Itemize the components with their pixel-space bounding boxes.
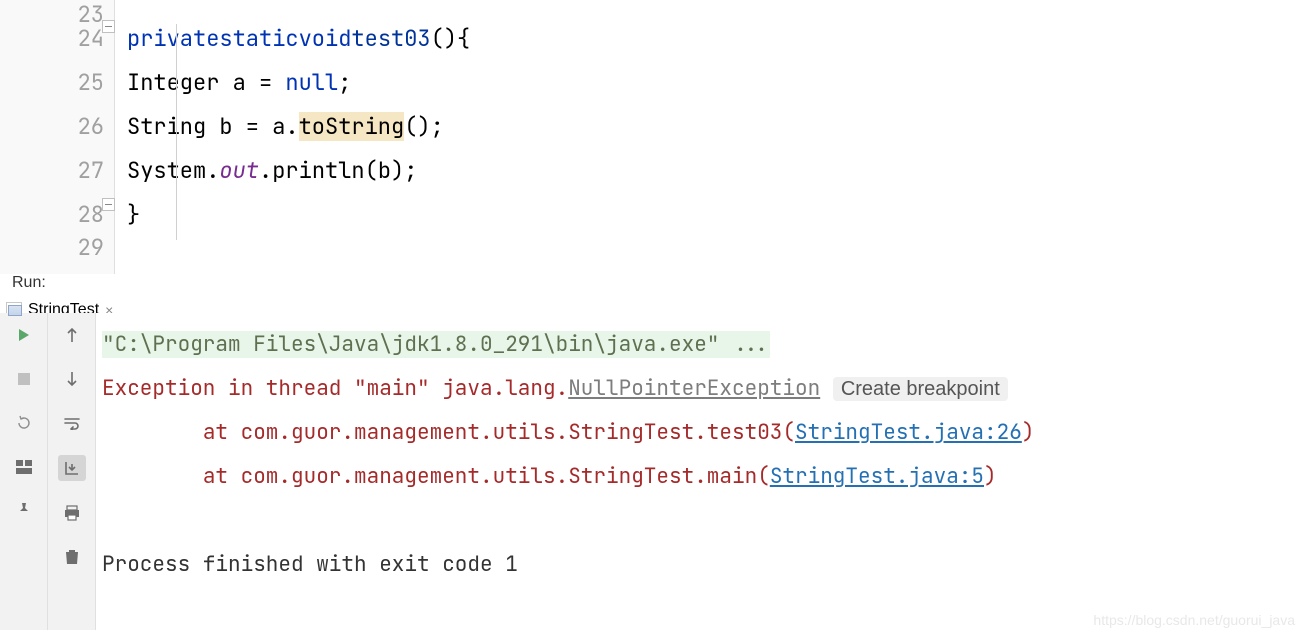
console-output[interactable]: "C:\Program Files\Java\jdk1.8.0_291\bin\… [96,313,1305,630]
fold-minus-icon[interactable] [102,198,115,211]
soft-wrap-icon[interactable] [60,411,84,435]
rerun-button[interactable] [12,323,36,347]
process-finished: Process finished with exit code 1 [102,551,518,578]
code-editor: 23 24 25 26 27 28 29 private static void… [0,0,1305,274]
create-breakpoint-button[interactable]: Create breakpoint [833,377,1008,401]
trash-icon[interactable] [60,545,84,569]
line-number: 26 [0,104,114,148]
pin-icon[interactable] [12,499,36,523]
debug-restart-icon[interactable] [12,411,36,435]
stack-link-2[interactable]: StringTest.java:5 [770,463,984,490]
watermark: https://blog.csdn.net/guorui_java [1093,612,1295,628]
run-toolwindow-body: "C:\Program Files\Java\jdk1.8.0_291\bin\… [0,313,1305,630]
code-text-area[interactable]: private static void test03(){ Integer a … [115,0,1305,274]
scroll-up-icon[interactable] [60,323,84,347]
console-command-line: "C:\Program Files\Java\jdk1.8.0_291\bin\… [102,331,770,358]
line-number: 23 [0,0,114,16]
line-number: 28 [0,192,114,236]
scroll-to-end-icon[interactable] [58,455,86,481]
line-number: 29 [0,236,114,258]
layout-icon[interactable] [12,455,36,479]
stack-link-1[interactable]: StringTest.java:26 [795,419,1022,446]
run-config-icon [8,305,22,316]
line-number: 25 [0,60,114,104]
code-line-24: private static void test03(){ [127,16,1305,60]
line-gutter: 23 24 25 26 27 28 29 [0,0,115,274]
run-label: Run: [0,274,58,291]
run-toolbar-primary [0,313,48,630]
exception-header: Exception in thread "main" java.lang. [102,375,568,402]
code-line-28: } [127,192,1305,236]
exception-class-link[interactable]: NullPointerException [568,375,820,402]
code-line-26: String b = a.toString(); [127,104,1305,148]
code-line-27: System.out.println(b); [127,148,1305,192]
line-number: 24 [0,16,114,60]
stack-frame-2: at com.guor.management.utils.StringTest.… [102,463,770,490]
indent-guide [176,24,177,240]
line-number: 27 [0,148,114,192]
stack-frame-1: at com.guor.management.utils.StringTest.… [102,419,795,446]
scroll-down-icon[interactable] [60,367,84,391]
run-toolbar-secondary [48,313,96,630]
fold-minus-icon[interactable] [102,20,115,33]
print-icon[interactable] [60,501,84,525]
code-line-25: Integer a = null; [127,60,1305,104]
stop-button[interactable] [12,367,36,391]
